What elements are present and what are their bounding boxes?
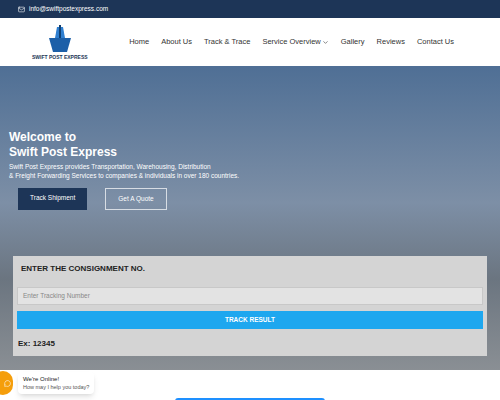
mail-icon bbox=[18, 6, 25, 13]
logo[interactable]: SWIFT POST EXPRESS bbox=[32, 24, 88, 60]
hero-title: Swift Post Express bbox=[9, 145, 500, 160]
nav-item[interactable]: Reviews bbox=[377, 36, 405, 47]
nav-item[interactable]: About Us bbox=[161, 36, 192, 47]
tracking-input[interactable]: Enter Tracking Number bbox=[17, 287, 483, 305]
navbar: SWIFT POST EXPRESS Home About Us Track & Tr… bbox=[0, 18, 500, 66]
nav-item[interactable]: Gallery bbox=[341, 36, 365, 47]
tracking-heading: ENTER THE CONSIGNMENT NO. bbox=[17, 263, 483, 275]
hero-button[interactable]: Track Shipment bbox=[18, 188, 87, 210]
hero: Welcome toSwift Post Express Swift Post E… bbox=[0, 66, 500, 370]
chevron-down-icon bbox=[322, 39, 329, 46]
cta-button[interactable] bbox=[175, 398, 325, 400]
nav-item[interactable]: Contact Us bbox=[417, 36, 454, 47]
hero-text: & Freight Forwarding Services to compani… bbox=[9, 171, 500, 180]
track-button[interactable]: TRACK RESULT bbox=[17, 311, 483, 329]
hero-title: Welcome to bbox=[9, 130, 500, 145]
chat-bubble-icon bbox=[0, 371, 13, 395]
page: info@swiftpostexpress.com SWIFT POST EXPR… bbox=[0, 0, 500, 400]
chat-prompt: How may I help you today? bbox=[23, 383, 89, 391]
logo-icon bbox=[45, 24, 75, 54]
nav-item[interactable]: Service Overview bbox=[262, 36, 328, 47]
tracking-card: ENTER THE CONSIGNMENT NO. Enter Tracking … bbox=[13, 256, 487, 356]
hero-text: Swift Post Express provides Transportati… bbox=[9, 162, 500, 171]
chat-status: We're Online! bbox=[23, 375, 89, 383]
top-bar: info@swiftpostexpress.com bbox=[0, 0, 500, 18]
tracking-example: Ex: 12345 bbox=[17, 338, 483, 350]
top-email[interactable]: info@swiftpostexpress.com bbox=[29, 6, 108, 13]
chat-widget[interactable]: We're Online!How may I help you today? bbox=[0, 371, 94, 395]
nav-item[interactable]: Home bbox=[129, 36, 149, 47]
nav-item[interactable]: Track & Trace bbox=[204, 36, 250, 47]
nav-menu: Home About Us Track & Trace Service Overvie… bbox=[129, 36, 454, 47]
hero-button[interactable]: Get A Quote bbox=[105, 188, 166, 210]
